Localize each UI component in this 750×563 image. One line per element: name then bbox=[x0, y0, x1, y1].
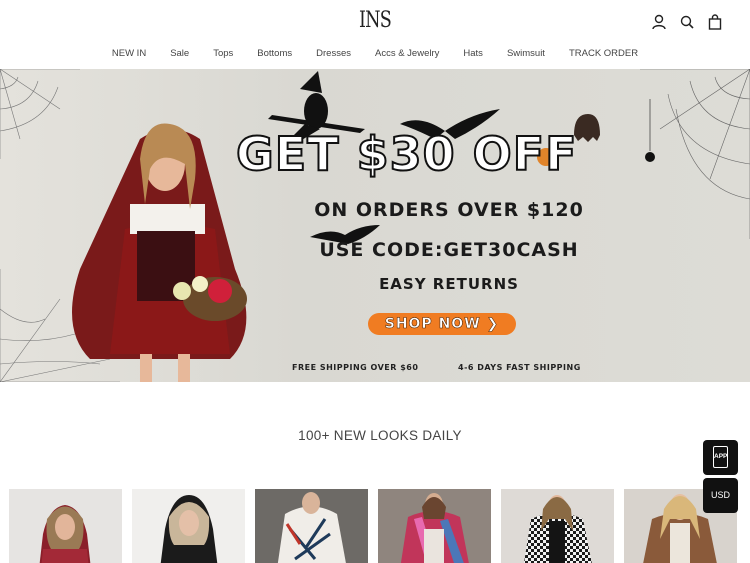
nav-item-new-in[interactable]: NEW IN bbox=[100, 48, 158, 59]
banner-line-code: USE CODE:GET30CASH bbox=[319, 239, 579, 261]
shop-now-button[interactable]: SHOP NOW ❯ bbox=[368, 313, 516, 335]
product-image bbox=[523, 495, 592, 563]
phone-icon: APP bbox=[713, 446, 728, 468]
product-image bbox=[39, 505, 91, 563]
nav-item-swimsuit[interactable]: Swimsuit bbox=[495, 48, 557, 59]
app-label: APP bbox=[714, 453, 728, 460]
product-card[interactable] bbox=[132, 489, 245, 563]
nav-item-track-order[interactable]: TRACK ORDER bbox=[557, 48, 650, 59]
nav-item-sale[interactable]: Sale bbox=[158, 48, 201, 59]
site-header: INS NEW IN Sale Tops Bottoms Dresses Acc… bbox=[0, 0, 750, 68]
app-download-button[interactable]: APP bbox=[703, 440, 738, 475]
nav-item-accs-jewelry[interactable]: Accs & Jewelry bbox=[363, 48, 451, 59]
shipping-note-fast: 4-6 DAYS FAST SHIPPING bbox=[458, 363, 581, 372]
product-grid bbox=[9, 489, 737, 563]
nav-item-bottoms[interactable]: Bottoms bbox=[245, 48, 304, 59]
header-icons bbox=[652, 14, 722, 30]
product-image bbox=[400, 493, 469, 563]
currency-button[interactable]: USD bbox=[703, 478, 738, 513]
product-card[interactable] bbox=[255, 489, 368, 563]
nav-item-tops[interactable]: Tops bbox=[201, 48, 245, 59]
site-logo[interactable]: INS bbox=[75, 8, 675, 33]
product-card[interactable] bbox=[378, 489, 491, 563]
product-card[interactable] bbox=[9, 489, 122, 563]
section-title: 100+ NEW LOOKS DAILY bbox=[298, 428, 462, 443]
product-image bbox=[255, 489, 368, 563]
main-nav: NEW IN Sale Tops Bottoms Dresses Accs & … bbox=[0, 48, 750, 59]
hero-banner[interactable]: GET $30 OFF ON ORDERS OVER $120 USE CODE… bbox=[0, 69, 750, 382]
banner-artwork bbox=[0, 69, 750, 382]
nav-item-hats[interactable]: Hats bbox=[451, 48, 495, 59]
cobweb-top-left bbox=[0, 69, 80, 159]
shipping-note-free: FREE SHIPPING OVER $60 bbox=[292, 363, 419, 372]
nav-item-dresses[interactable]: Dresses bbox=[304, 48, 363, 59]
product-card[interactable] bbox=[501, 489, 614, 563]
banner-headline: GET $30 OFF bbox=[235, 126, 578, 182]
product-image bbox=[160, 495, 218, 563]
cart-icon[interactable] bbox=[708, 14, 722, 30]
banner-line-orders: ON ORDERS OVER $120 bbox=[314, 199, 584, 221]
account-icon[interactable] bbox=[652, 14, 666, 30]
search-icon[interactable] bbox=[680, 14, 694, 30]
banner-line-returns: EASY RETURNS bbox=[379, 275, 519, 293]
